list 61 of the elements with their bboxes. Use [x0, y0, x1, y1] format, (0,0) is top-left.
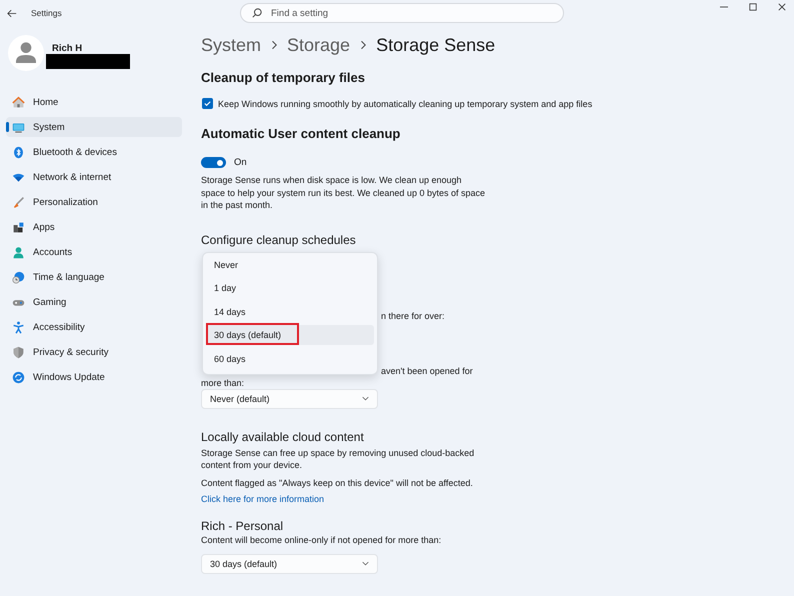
chevron-down-icon: [362, 561, 369, 566]
section-heading: Cleanup of temporary files: [201, 70, 366, 85]
dropdown-option[interactable]: 60 days: [206, 348, 374, 368]
close-icon[interactable]: [778, 3, 786, 11]
window-title: Settings: [31, 8, 62, 18]
sidebar-item[interactable]: Apps: [6, 217, 182, 237]
sidebar-item[interactable]: Time & language: [6, 267, 182, 287]
house-icon: [12, 96, 25, 108]
sidebar-item[interactable]: Accessibility: [6, 317, 182, 337]
dropdown[interactable]: Never (default): [201, 388, 378, 408]
section-heading: Automatic User content cleanup: [201, 126, 402, 141]
sidebar-item[interactable]: Gaming: [6, 292, 182, 312]
update-icon: [12, 370, 25, 384]
back-icon[interactable]: [7, 8, 17, 18]
bluetooth-icon: [12, 146, 25, 158]
maximize-icon[interactable]: [749, 3, 757, 11]
sidebar-item[interactable]: Bluetooth & devices: [6, 142, 182, 162]
dropdown-option[interactable]: 1 day: [206, 278, 374, 298]
section-heading: Configure cleanup schedules: [201, 232, 357, 246]
clock-icon: [12, 270, 25, 284]
checkbox-label: Keep Windows running smoothly by automatically cleaning up temporary system and app files: [218, 98, 592, 108]
apps-icon: [12, 220, 25, 234]
chevron-icon: [360, 40, 366, 50]
description-text: Storage Sense runs when disk space is low. We clean up enough space to help your system run its best. We cleaned up 0 bytes of space in the past month.: [201, 174, 486, 212]
dropdown-option[interactable]: 30 days (default): [206, 325, 374, 345]
toggle-label: On: [234, 157, 247, 168]
person-icon: [12, 246, 25, 258]
avatar-icon[interactable]: [8, 35, 44, 71]
dropdown-option[interactable]: Never: [206, 254, 374, 274]
toggle-switch[interactable]: [201, 157, 226, 168]
shield-icon: [12, 346, 25, 358]
chevron-down-icon: [362, 396, 369, 401]
account-name: Rich H: [52, 44, 84, 54]
partial-text: more than:: [201, 378, 244, 388]
breadcrumb-item[interactable]: Storage: [287, 34, 350, 56]
description-text: Storage Sense can free up space by removing unused cloud-backed content from your device.: [201, 446, 476, 472]
monitor-icon: [12, 120, 25, 134]
checkbox[interactable]: [202, 98, 213, 109]
accessibility-icon: [12, 320, 25, 334]
breadcrumb-item: Storage Sense: [376, 34, 496, 56]
breadcrumb-item[interactable]: System: [201, 34, 262, 56]
brush-icon: [12, 196, 25, 208]
search-field[interactable]: Find a setting: [240, 3, 564, 23]
dropdown[interactable]: 30 days (default): [201, 554, 378, 574]
description-text: Content will become online-only if not opened for more than:: [201, 534, 442, 546]
sidebar-item[interactable]: Windows Update: [6, 367, 182, 387]
partial-text: n there for over:: [381, 310, 445, 320]
sidebar-item[interactable]: Privacy & security: [6, 342, 182, 362]
sidebar-item[interactable]: Network & internet: [6, 167, 182, 187]
sidebar-item[interactable]: Personalization: [6, 192, 182, 212]
note-text: Content flagged as "Always keep on this device" will not be affected.: [201, 476, 474, 489]
search-icon: [252, 8, 262, 18]
info-link[interactable]: Click here for more information: [201, 494, 324, 504]
sidebar-item[interactable]: System: [6, 117, 182, 137]
chevron-icon: [271, 40, 278, 50]
dropdown-option[interactable]: 14 days: [206, 302, 374, 322]
section-heading: Locally available cloud content: [201, 430, 365, 444]
sidebar-item[interactable]: Accounts: [6, 242, 182, 262]
account-heading: Rich - Personal: [201, 519, 284, 533]
partial-text: aven't been opened for: [381, 366, 473, 376]
sidebar-item[interactable]: Home: [6, 92, 182, 112]
